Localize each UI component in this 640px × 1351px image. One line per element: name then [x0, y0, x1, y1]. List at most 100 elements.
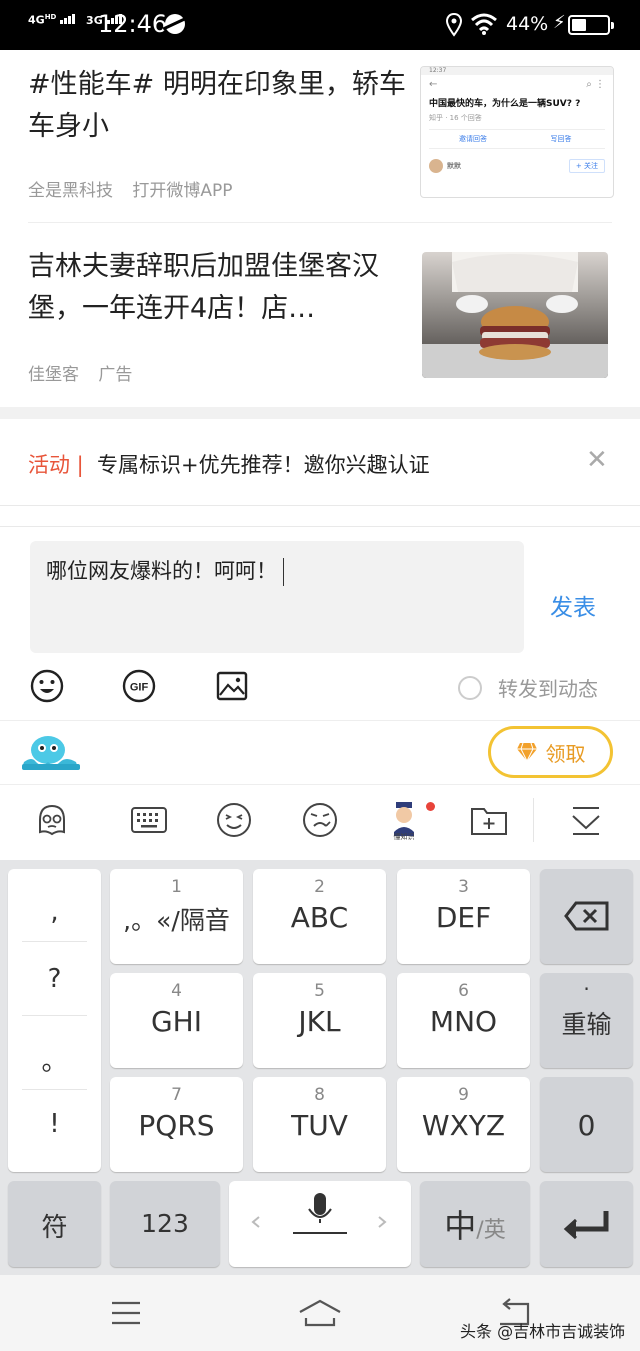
network-1-sup: HD: [44, 13, 57, 21]
key-number: 7: [171, 1085, 182, 1105]
key-6[interactable]: 6 MNO: [397, 973, 530, 1068]
microphone-icon: [251, 1193, 387, 1234]
activity-text[interactable]: 专属标识+优先推荐！邀你兴趣认证: [97, 449, 430, 479]
image-icon[interactable]: [215, 669, 249, 703]
thumb-search-icon: ⌕ ⋮: [586, 79, 605, 90]
feed-thumbnail[interactable]: 12:37 ← ⌕ ⋮ 中国最快的车，为什么是一辆SUV? ? 知乎 · 16 个…: [420, 66, 614, 198]
thumb-subtitle: 知乎 · 16 个回答: [429, 114, 482, 122]
comment-input[interactable]: 哪位网友爆料的！呵呵！: [30, 541, 524, 653]
knowledge-avatar-icon[interactable]: 懂知识: [384, 800, 424, 840]
octopus-mascot-icon[interactable]: [18, 734, 82, 772]
thumb-write: 写回答: [550, 135, 572, 143]
reinput-key[interactable]: · 重输: [540, 973, 633, 1068]
key-9[interactable]: 9 WXYZ: [397, 1077, 530, 1172]
feed-item-title[interactable]: 吉林夫妻辞职后加盟佳堡客汉堡，一年连开4店！店…: [28, 246, 413, 330]
thumb-status: 12:37: [421, 67, 613, 75]
key-label: WXYZ: [421, 1109, 506, 1142]
key-label: ABC: [290, 901, 349, 934]
activity-banner[interactable]: 活动 | 专属标识+优先推荐！邀你兴趣认证 ✕: [0, 419, 640, 505]
network-1-label: 4G: [28, 13, 45, 27]
feed-item-meta: 佳堡客 广告: [28, 360, 146, 385]
thumb-question: 中国最快的车，为什么是一辆SUV? ?: [429, 99, 581, 109]
key-0[interactable]: 0: [540, 1077, 633, 1172]
key-8[interactable]: 8 TUV: [253, 1077, 386, 1172]
thumb-invite: 邀请回答: [459, 135, 487, 143]
space-voice-key[interactable]: [229, 1181, 411, 1267]
claim-button[interactable]: 领取: [488, 726, 613, 778]
toolbar-separator: [533, 798, 534, 842]
key-number: 9: [458, 1085, 469, 1105]
symbol-key[interactable]: 符: [8, 1181, 101, 1267]
activity-tag: 活动 |: [28, 453, 84, 477]
key-number: 4: [171, 981, 182, 1001]
numeric-key[interactable]: 123: [110, 1181, 220, 1267]
key-7[interactable]: 7 PQRS: [110, 1077, 243, 1172]
comment-text: 哪位网友爆料的！呵呵！: [46, 559, 277, 583]
key-label: 0: [577, 1109, 596, 1142]
battery-percent: 44%: [506, 13, 549, 35]
key-label: 123: [141, 1209, 189, 1238]
clock: 12:46: [98, 10, 168, 38]
close-icon[interactable]: ✕: [586, 447, 608, 473]
feed-item-meta: 全是黑科技 打开微博APP: [28, 176, 247, 201]
key-label: JKL: [298, 1005, 341, 1038]
skin-face-icon[interactable]: [32, 800, 72, 840]
feed-item-title[interactable]: #性能车# 明明在印象里，轿车车身小: [28, 64, 413, 148]
divider: [0, 526, 640, 527]
menu-icon[interactable]: [110, 1300, 142, 1326]
key-4[interactable]: 4 GHI: [110, 973, 243, 1068]
key-1[interactable]: 1 ,。«/隔音: [110, 869, 243, 964]
collapse-keyboard-icon[interactable]: [566, 800, 606, 840]
forward-radio[interactable]: [458, 675, 482, 700]
location-icon: [446, 13, 462, 37]
back-arrow-icon: ←: [429, 79, 438, 90]
punct-question-key[interactable]: ?: [8, 964, 101, 994]
key-5[interactable]: 5 JKL: [253, 973, 386, 1068]
wifi-icon: [471, 13, 497, 35]
punct-period-key[interactable]: 。: [8, 1041, 101, 1078]
language-switch-key[interactable]: 中/英: [420, 1181, 530, 1267]
key-label: DEF: [435, 901, 492, 934]
feed-open-app-link[interactable]: 打开微博APP: [132, 181, 232, 201]
divider: [22, 1015, 87, 1016]
enter-key[interactable]: [540, 1181, 633, 1267]
forward-label: 转发到动态: [498, 677, 598, 701]
key-label: 重输: [561, 1010, 612, 1039]
punctuation-column[interactable]: , ? 。 !: [8, 869, 101, 1172]
feed-source: 佳堡客: [28, 365, 79, 385]
battery-icon: [568, 15, 614, 35]
sticker-face-icon[interactable]: [300, 800, 340, 840]
key-3[interactable]: 3 DEF: [397, 869, 530, 964]
folder-add-icon[interactable]: [469, 800, 509, 840]
svg-text:GIF: GIF: [130, 682, 149, 694]
thumb-user: 默默 + 关注: [421, 153, 613, 179]
key-number: 3: [458, 877, 469, 897]
home-icon[interactable]: [298, 1298, 342, 1328]
key-2[interactable]: 2 ABC: [253, 869, 386, 964]
key-number: 1: [171, 877, 182, 897]
burger-image: [422, 252, 608, 378]
key-label: PQRS: [138, 1109, 215, 1142]
feed-source: 全是黑科技: [28, 181, 113, 201]
key-number: 8: [314, 1085, 325, 1105]
thumb-follow: + 关注: [568, 159, 605, 173]
key-label: MNO: [429, 1005, 498, 1038]
publish-button[interactable]: 发表: [550, 588, 596, 622]
key-number: 2: [314, 877, 325, 897]
forward-toggle[interactable]: 转发到动态: [458, 673, 598, 702]
lang-alt: /英: [476, 1218, 506, 1243]
divider: [22, 941, 87, 942]
smiley-emoji-icon[interactable]: [214, 800, 254, 840]
gif-icon[interactable]: GIF: [122, 669, 156, 703]
punct-comma-key[interactable]: ,: [8, 897, 101, 927]
key-number: 6: [458, 981, 469, 1001]
planet-icon: [165, 14, 185, 34]
keyboard-icon[interactable]: [129, 800, 169, 840]
status-bar: 4GHD 3G 12:46 44% ⚡: [0, 0, 640, 50]
avatar: [429, 159, 443, 173]
punct-exclaim-key[interactable]: !: [8, 1109, 101, 1139]
backspace-key[interactable]: [540, 869, 633, 964]
divider: [0, 505, 640, 506]
emoji-icon[interactable]: [30, 669, 64, 703]
feed-thumbnail-burger[interactable]: [422, 252, 608, 378]
